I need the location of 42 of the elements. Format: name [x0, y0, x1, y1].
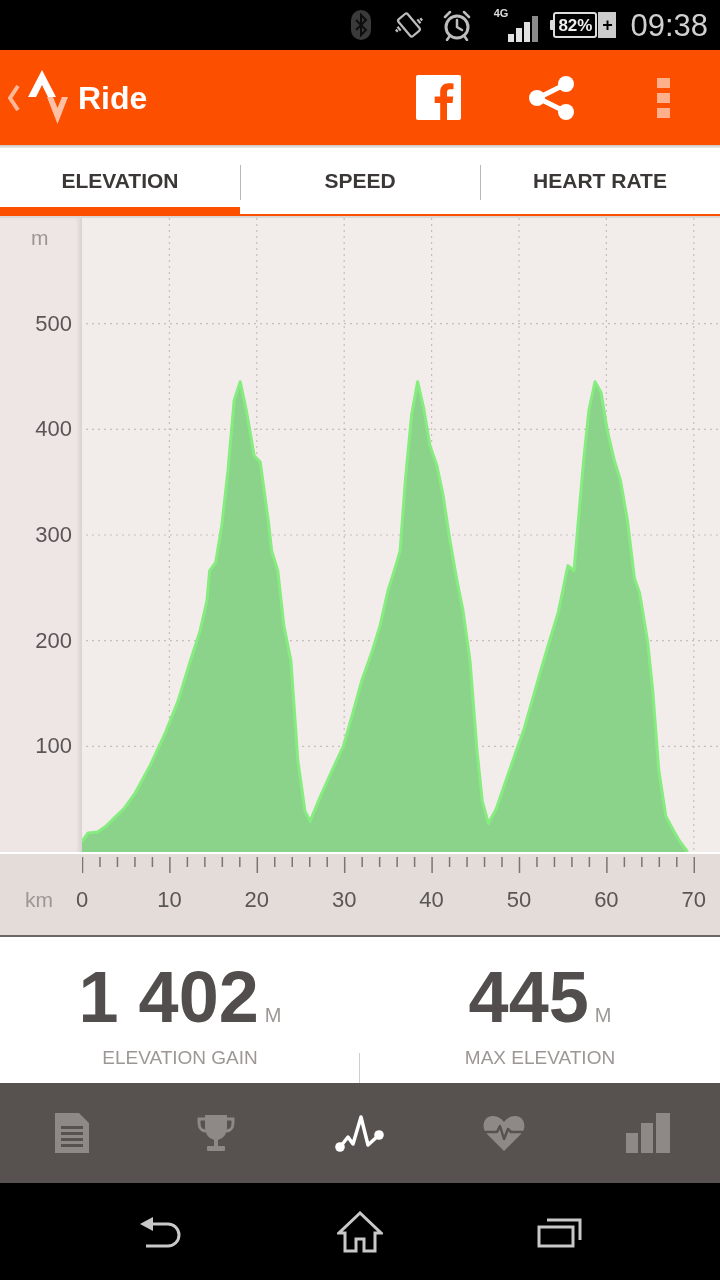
- facebook-icon: [416, 75, 461, 120]
- home-icon: [337, 1210, 383, 1253]
- y-axis-label: 300: [35, 524, 72, 546]
- x-axis-label: 20: [244, 889, 269, 911]
- back-button[interactable]: [138, 1215, 182, 1248]
- vibrate-icon: [393, 10, 424, 40]
- x-axis-label: 0: [75, 889, 89, 911]
- stat-label: MAX ELEVATION: [464, 1046, 616, 1070]
- x-axis-label: 40: [419, 889, 444, 911]
- overflow-menu-button[interactable]: [657, 77, 670, 118]
- x-axis-label: 30: [331, 889, 357, 911]
- clock-time: 09:38: [630, 9, 708, 41]
- stat-unit: M: [594, 1005, 612, 1025]
- x-axis-label: 60: [594, 889, 619, 911]
- chevron-left-icon: [8, 84, 20, 111]
- network-type: 4G: [493, 8, 509, 19]
- y-axis-label: 500: [35, 312, 72, 335]
- y-axis-label: 400: [35, 418, 72, 441]
- y-axis-label: 200: [35, 629, 72, 652]
- signal-icon: [508, 16, 541, 42]
- stat-value: 445: [468, 961, 589, 1033]
- share-icon: [529, 75, 575, 120]
- battery-indicator: 82%: [550, 12, 598, 38]
- menu-icon: [657, 77, 670, 118]
- facebook-button[interactable]: [416, 75, 461, 120]
- x-axis-unit: km: [25, 889, 53, 910]
- stat-unit: M: [264, 1005, 282, 1025]
- back-arrow-icon: [138, 1215, 182, 1248]
- charging-indicator: +: [598, 12, 617, 38]
- bluetooth-icon: [350, 10, 371, 40]
- alarm-clock-icon: [441, 9, 472, 41]
- x-axis-label: 70: [681, 889, 706, 911]
- x-axis-label: 50: [506, 889, 532, 911]
- stat-value: 1 402: [78, 961, 259, 1033]
- x-axis-label: 10: [157, 889, 182, 911]
- home-button[interactable]: [337, 1210, 383, 1253]
- share-button[interactable]: [529, 75, 575, 120]
- stat-label: ELEVATION GAIN: [102, 1046, 258, 1070]
- y-axis-label: 100: [35, 735, 72, 758]
- screen-title: Ride: [78, 81, 148, 114]
- y-axis-unit: m: [31, 227, 49, 248]
- app-logo-icon: [28, 69, 68, 126]
